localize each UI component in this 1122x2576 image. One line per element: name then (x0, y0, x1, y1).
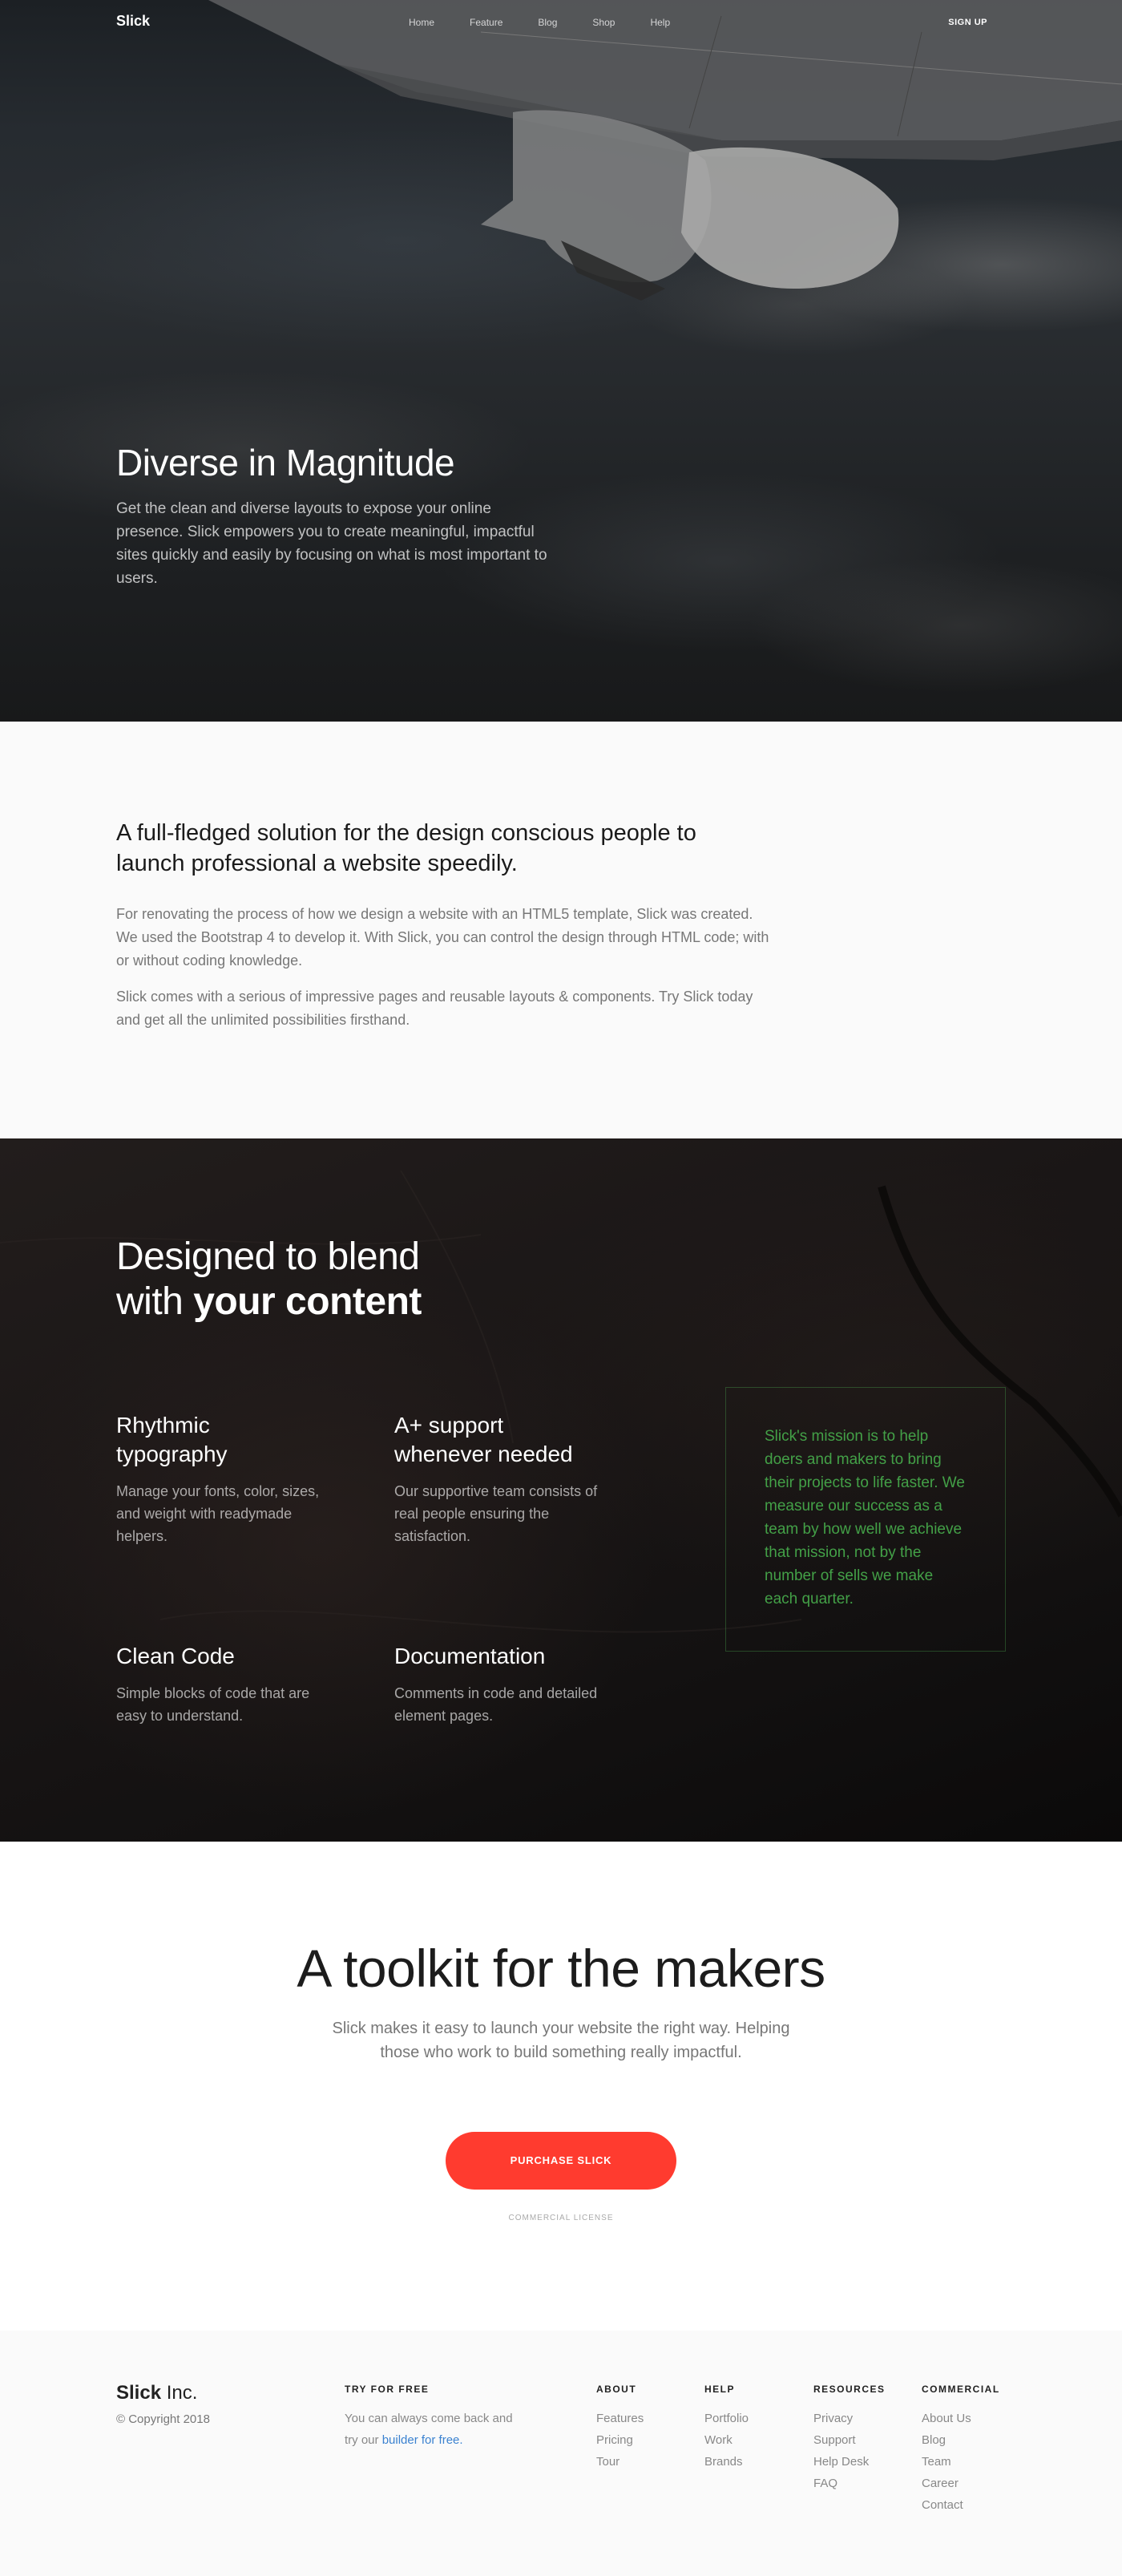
signup-button[interactable]: SIGN UP (948, 18, 987, 27)
footer-brand-rest: Inc. (161, 2382, 198, 2404)
toolkit-title: A toolkit for the makers (297, 1939, 825, 1998)
footer-col-heading: HELP (704, 2384, 736, 2395)
hero-content: Diverse in Magnitude Get the clean and d… (116, 441, 565, 590)
footer-link[interactable]: Privacy (813, 2408, 886, 2429)
footer-col-resources: RESOURCES Privacy Support Help Desk FAQ (813, 2384, 886, 2494)
features-heading: Designed to blend with your content (116, 1235, 422, 1324)
footer-brand: Slick Inc. (116, 2382, 197, 2404)
feature-item-typography: Rhythmic typography Manage your fonts, c… (116, 1411, 325, 1547)
toolkit-description: Slick makes it easy to launch your websi… (332, 2020, 790, 2061)
nav-link-blog[interactable]: Blog (538, 17, 557, 28)
brand-logo[interactable]: Slick (116, 13, 150, 30)
intro-paragraph: For renovating the process of how we des… (116, 906, 769, 969)
footer-link[interactable]: Help Desk (813, 2451, 886, 2473)
footer-link[interactable]: Contact (922, 2494, 1000, 2516)
nav-menu: Home Feature Blog Shop Help (409, 17, 705, 28)
feature-text: Manage your fonts, color, sizes, and wei… (116, 1483, 320, 1544)
hero-section: Slick Home Feature Blog Shop Help SIGN U… (0, 0, 1122, 722)
features-heading-bold: your content (193, 1280, 422, 1323)
intro-section: A full-fledged solution for the design c… (0, 722, 1122, 1138)
footer-brand-bold: Slick (116, 2382, 162, 2404)
footer-link[interactable]: Pricing (596, 2429, 644, 2451)
footer-link[interactable]: Team (922, 2451, 1000, 2473)
intro-content: A full-fledged solution for the design c… (116, 818, 773, 1032)
footer-col-heading: TRY FOR FREE (345, 2384, 430, 2395)
mission-text: Slick's mission is to help doers and mak… (765, 1428, 965, 1607)
purchase-button[interactable]: PURCHASE SLICK (446, 2132, 676, 2190)
feature-item-support: A+ support whenever needed Our supportiv… (394, 1411, 603, 1547)
feature-text: Comments in code and detailed element pa… (394, 1685, 598, 1724)
footer-col-about: ABOUT Features Pricing Tour (596, 2384, 644, 2473)
feature-text: Our supportive team consists of real peo… (394, 1483, 598, 1544)
features-heading-prefix: with (116, 1280, 194, 1323)
nav-link-help[interactable]: Help (650, 17, 670, 28)
feature-text: Simple blocks of code that are easy to u… (116, 1685, 310, 1724)
mission-box: Slick's mission is to help doers and mak… (725, 1387, 1006, 1652)
feature-title: Rhythmic typography (116, 1413, 228, 1466)
footer-link[interactable]: Work (704, 2429, 749, 2451)
builder-link[interactable]: builder for free. (382, 2433, 463, 2447)
toolkit-section: A toolkit for the makers Slick makes it … (0, 1842, 1122, 2331)
nav-link-shop[interactable]: Shop (592, 17, 615, 28)
intro-heading: A full-fledged solution for the design c… (116, 820, 696, 876)
nav-link-feature[interactable]: Feature (470, 17, 502, 28)
feature-title: Documentation (394, 1644, 546, 1668)
features-section: Designed to blend with your content Rhyt… (0, 1138, 1122, 1842)
footer-col-heading: COMMERCIAL (922, 2384, 1000, 2395)
footer-copyright: © Copyright 2018 (116, 2412, 210, 2426)
license-link[interactable]: COMMERCIAL LICENSE (0, 2214, 1122, 2222)
footer-link[interactable]: Support (813, 2429, 886, 2451)
footer-link[interactable]: FAQ (813, 2473, 886, 2494)
footer-col-help: HELP Portfolio Work Brands (704, 2384, 749, 2473)
footer-link[interactable]: Tour (596, 2451, 644, 2473)
footer-link[interactable]: Blog (922, 2429, 1000, 2451)
footer-col-heading: ABOUT (596, 2384, 637, 2395)
nav-link-home[interactable]: Home (409, 17, 434, 28)
footer-try-text: You can always come back and try our bui… (345, 2408, 521, 2451)
feature-title: Clean Code (116, 1644, 235, 1668)
features-heading-line1: Designed to blend (116, 1235, 420, 1278)
hero-description: Get the clean and diverse layouts to exp… (116, 500, 547, 587)
footer-link[interactable]: Features (596, 2408, 644, 2429)
footer-link[interactable]: Brands (704, 2451, 749, 2473)
footer-link[interactable]: Career (922, 2473, 1000, 2494)
feature-item-clean-code: Clean Code Simple blocks of code that ar… (116, 1642, 325, 1727)
airplane-wing-image (208, 0, 1122, 301)
hero-title: Diverse in Magnitude (116, 442, 455, 483)
footer: Slick Inc. © Copyright 2018 TRY FOR FREE… (0, 2331, 1122, 2576)
footer-col-heading: RESOURCES (813, 2384, 886, 2395)
footer-link[interactable]: About Us (922, 2408, 1000, 2429)
footer-try-free: TRY FOR FREE You can always come back an… (345, 2384, 521, 2451)
top-navbar: Slick Home Feature Blog Shop Help SIGN U… (0, 0, 1122, 45)
footer-col-commercial: COMMERCIAL About Us Blog Team Career Con… (922, 2384, 1000, 2516)
feature-item-documentation: Documentation Comments in code and detai… (394, 1642, 603, 1727)
footer-link[interactable]: Portfolio (704, 2408, 749, 2429)
intro-paragraph: Slick comes with a serious of impressive… (116, 989, 753, 1028)
feature-title: A+ support whenever needed (394, 1413, 573, 1466)
